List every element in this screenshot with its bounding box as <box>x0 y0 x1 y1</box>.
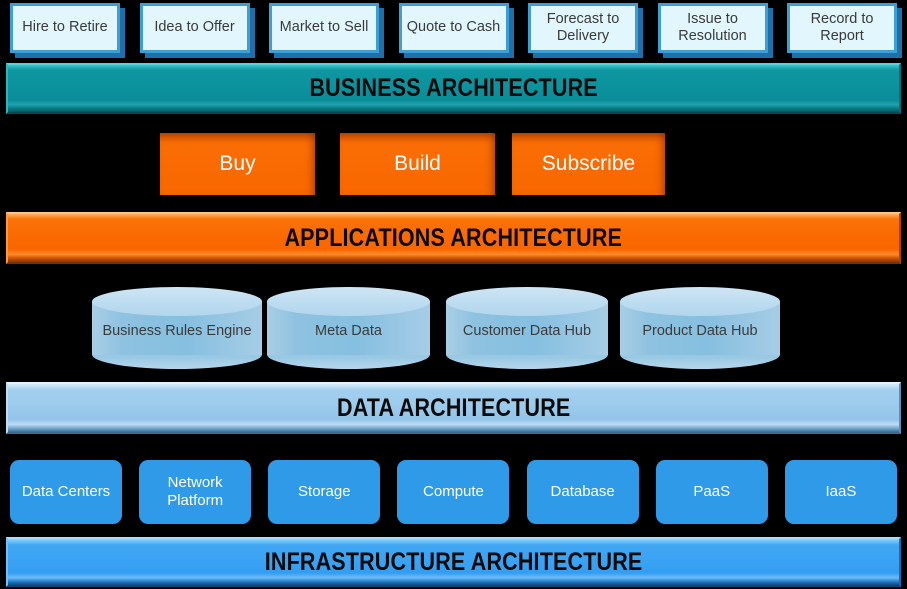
value-stream-label: Forecast to Delivery <box>546 10 620 44</box>
architecture-diagram: Hire to Retire Idea to Offer Market to S… <box>0 0 907 589</box>
infrastructure-component-label: Data Centers <box>21 483 111 500</box>
data-store-label: Business Rules Engine <box>102 323 252 340</box>
value-stream-label: Idea to Offer <box>154 19 235 36</box>
value-stream-market-to-sell[interactable]: Market to Sell <box>269 3 379 53</box>
data-store-label: Product Data Hub <box>642 323 758 340</box>
layer-bar-label: APPLICATIONS ARCHITECTURE <box>284 223 623 252</box>
infrastructure-component-compute[interactable]: Compute <box>397 460 510 524</box>
infrastructure-component-label: Compute <box>423 483 484 500</box>
infrastructure-component-storage[interactable]: Storage <box>268 460 381 524</box>
data-store-product-data-hub[interactable]: Product Data Hub <box>620 287 780 369</box>
layer-bar-infrastructure-architecture[interactable]: INFRASTRUCTURE ARCHITECTURE <box>6 537 901 587</box>
value-stream-label: Market to Sell <box>279 19 369 36</box>
data-store-meta-data[interactable]: Meta Data <box>267 287 430 369</box>
value-stream-issue-to-resolution[interactable]: Issue to Resolution <box>657 3 768 53</box>
infrastructure-component-row: Data Centers Network Platform Storage Co… <box>0 460 907 530</box>
value-stream-label: Hire to Retire <box>22 19 108 36</box>
infrastructure-component-database[interactable]: Database <box>526 460 639 524</box>
value-stream-hire-to-retire[interactable]: Hire to Retire <box>10 3 120 53</box>
sourcing-option-subscribe[interactable]: Subscribe <box>512 133 665 195</box>
data-store-business-rules-engine[interactable]: Business Rules Engine <box>92 287 262 369</box>
layer-bar-label: BUSINESS ARCHITECTURE <box>309 74 598 102</box>
value-stream-record-to-report[interactable]: Record to Report <box>787 3 897 53</box>
sourcing-option-build[interactable]: Build <box>340 133 495 195</box>
sourcing-option-label: Subscribe <box>541 152 636 175</box>
infrastructure-component-label: IaaS <box>825 483 857 500</box>
infrastructure-component-paas[interactable]: PaaS <box>655 460 768 524</box>
value-stream-forecast-to-delivery[interactable]: Forecast to Delivery <box>528 3 638 53</box>
sourcing-model-row: Buy Build Subscribe <box>160 133 680 199</box>
sourcing-option-label: Build <box>394 152 441 175</box>
layer-bar-label: INFRASTRUCTURE ARCHITECTURE <box>264 547 643 576</box>
infrastructure-component-label: PaaS <box>693 483 731 500</box>
value-stream-label: Record to Report <box>810 10 874 44</box>
layer-bar-inner: INFRASTRUCTURE ARCHITECTURE <box>8 539 899 585</box>
value-stream-label: Quote to Cash <box>406 19 501 36</box>
layer-bar-inner: DATA ARCHITECTURE <box>8 384 899 432</box>
layer-bar-inner: APPLICATIONS ARCHITECTURE <box>8 214 899 262</box>
value-stream-row: Hire to Retire Idea to Offer Market to S… <box>0 0 907 58</box>
infrastructure-component-network-platform[interactable]: Network Platform <box>139 460 252 524</box>
infrastructure-component-label: Network Platform <box>167 474 224 509</box>
value-stream-quote-to-cash[interactable]: Quote to Cash <box>398 3 509 53</box>
infrastructure-component-label: Storage <box>298 483 351 500</box>
data-store-customer-data-hub[interactable]: Customer Data Hub <box>446 287 608 369</box>
layer-bar-applications-architecture[interactable]: APPLICATIONS ARCHITECTURE <box>6 212 901 264</box>
infrastructure-component-data-centers[interactable]: Data Centers <box>10 460 122 524</box>
layer-bar-business-architecture[interactable]: BUSINESS ARCHITECTURE <box>6 63 901 114</box>
infrastructure-component-label: Database <box>550 483 615 500</box>
layer-bar-inner: BUSINESS ARCHITECTURE <box>8 65 899 112</box>
sourcing-option-label: Buy <box>219 152 256 175</box>
value-stream-idea-to-offer[interactable]: Idea to Offer <box>139 3 250 53</box>
infrastructure-component-iaas[interactable]: IaaS <box>784 460 897 524</box>
data-store-label: Customer Data Hub <box>462 323 592 340</box>
data-store-label: Meta Data <box>315 323 382 340</box>
sourcing-option-buy[interactable]: Buy <box>160 133 315 195</box>
value-stream-label: Issue to Resolution <box>678 10 747 44</box>
layer-bar-label: DATA ARCHITECTURE <box>336 393 571 422</box>
layer-bar-data-architecture[interactable]: DATA ARCHITECTURE <box>6 382 901 434</box>
